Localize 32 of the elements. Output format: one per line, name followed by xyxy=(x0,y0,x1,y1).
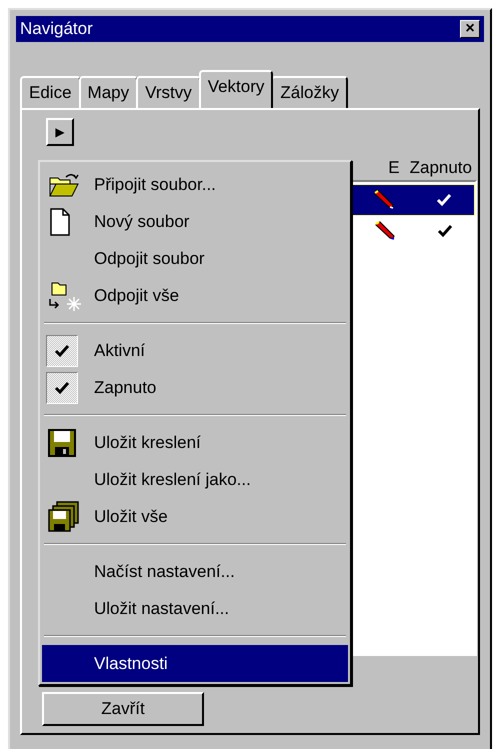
menu-item[interactable]: Odpojit vše xyxy=(42,277,348,314)
open-folder-icon xyxy=(48,172,80,198)
menu-item[interactable]: Připojit soubor... xyxy=(42,166,348,203)
tab[interactable]: Mapy xyxy=(78,76,138,108)
column-header: Zapnuto xyxy=(410,158,472,178)
tab[interactable]: Vrstvy xyxy=(136,76,201,108)
check-box[interactable] xyxy=(46,372,78,404)
menu-item[interactable]: Nový soubor xyxy=(42,203,348,240)
menu-item[interactable]: Uložit kreslení xyxy=(42,424,348,461)
close-button[interactable]: Zavřít xyxy=(42,692,204,726)
menu-item[interactable]: Aktivní xyxy=(42,332,348,369)
document-icon xyxy=(48,208,72,236)
list-row[interactable] xyxy=(351,184,475,216)
folder-detach-icon xyxy=(48,280,82,310)
menu-button[interactable]: ▶ xyxy=(46,118,74,146)
close-button[interactable]: × xyxy=(460,20,480,38)
menu-item[interactable]: Odpojit soubor xyxy=(42,240,348,277)
menu-item[interactable]: Načíst nastavení... xyxy=(42,553,348,590)
check-icon xyxy=(54,380,70,394)
tab[interactable]: Záložky xyxy=(271,76,348,108)
window-title: Navigátor xyxy=(20,19,93,39)
column-header: E xyxy=(388,158,400,178)
tab[interactable]: Vektory xyxy=(198,70,274,108)
menu-item[interactable]: Uložit kreslení jako... xyxy=(42,461,348,498)
menu-item[interactable]: Uložit vše xyxy=(42,498,348,535)
floppy-disks-icon xyxy=(48,500,80,532)
check-box[interactable] xyxy=(46,334,78,366)
check-icon xyxy=(54,344,70,358)
menu-item[interactable]: Vlastnosti xyxy=(42,645,348,682)
menu-item[interactable]: Zapnuto xyxy=(42,369,348,406)
tab[interactable]: Edice xyxy=(20,76,81,108)
menu-item[interactable]: Uložit nastavení... xyxy=(42,590,348,627)
